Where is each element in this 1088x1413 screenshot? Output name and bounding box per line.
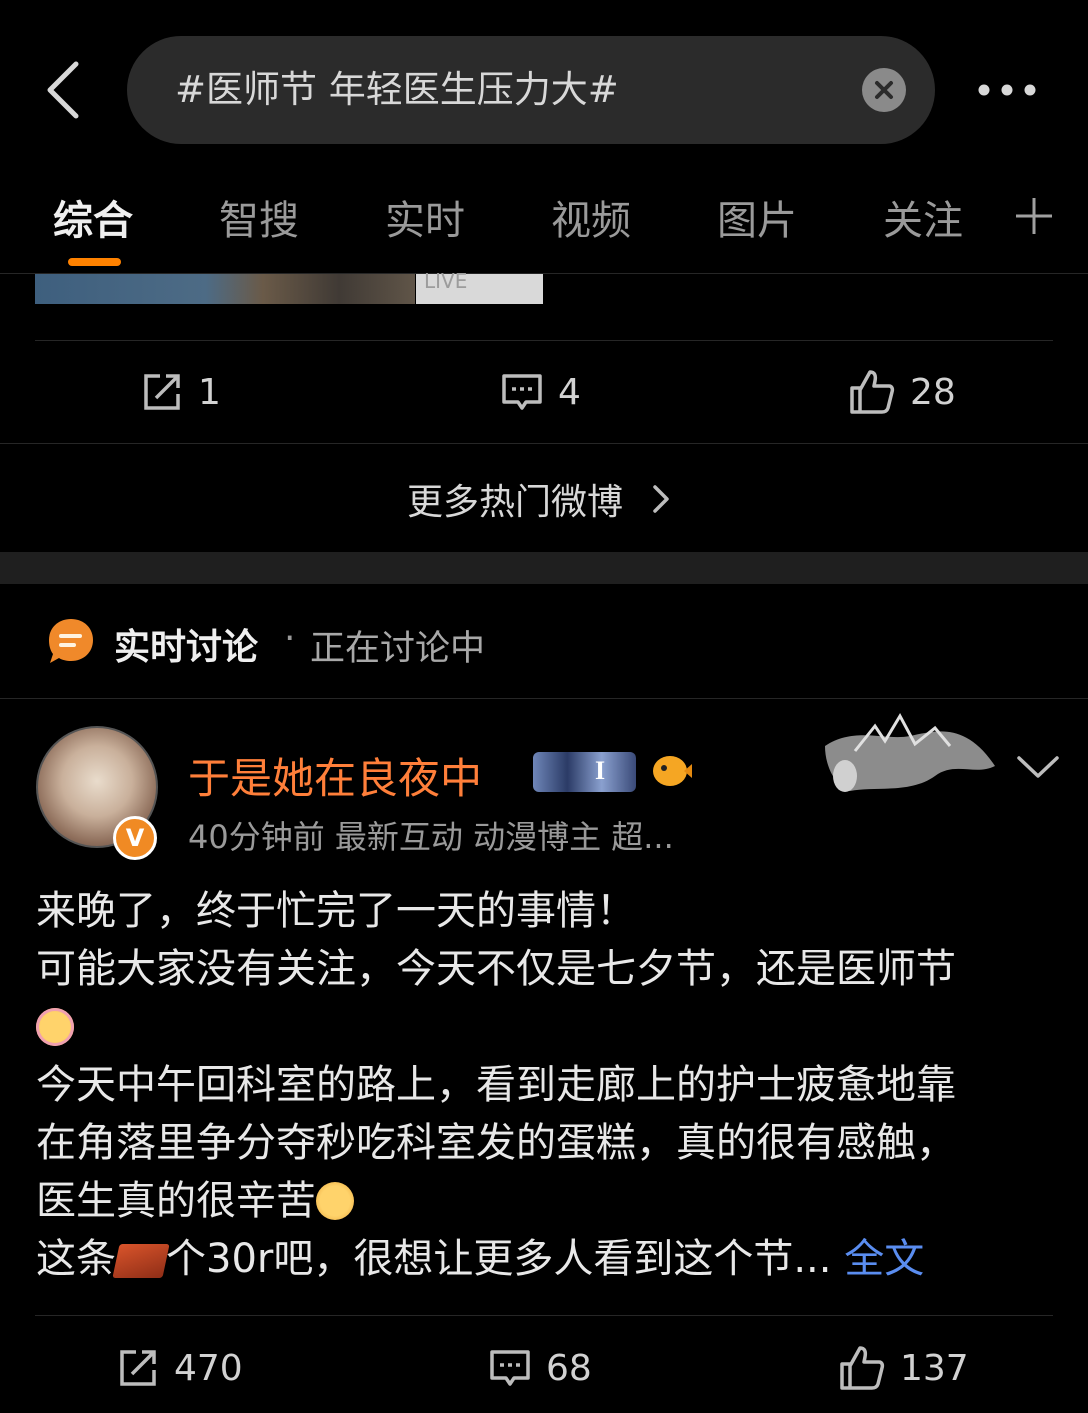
back-arrow-icon[interactable] <box>40 58 90 122</box>
post-meta: 40分钟前 最新互动 动漫博主 超... <box>188 818 674 856</box>
comment-button[interactable]: 4 <box>500 370 581 414</box>
tab-realtime[interactable]: 实时 <box>385 188 465 246</box>
post-repost-count: 470 <box>174 1347 243 1389</box>
comment-count: 4 <box>558 371 581 413</box>
more-hot-posts-label: 更多热门微博 <box>406 482 623 523</box>
tab-smart-search[interactable]: 智搜 <box>219 188 299 246</box>
post-line: 来晚了，终于忙完了一天的事情！ <box>36 888 636 934</box>
tab-video[interactable]: 视频 <box>551 188 631 246</box>
post-line-text: 医生真的很辛苦 <box>36 1178 316 1224</box>
section-header-divider <box>0 698 1088 699</box>
post-line: 可能大家没有关注，今天不仅是七夕节，还是医师节 <box>36 946 956 992</box>
section-gap <box>0 552 1088 584</box>
section-subtitle: 正在讨论中 <box>310 629 486 669</box>
post-body[interactable]: 来晚了，终于忙完了一天的事情！ 可能大家没有关注，今天不仅是七夕节，还是医师节 … <box>36 882 1052 1288</box>
username[interactable]: 于是她在良夜中 <box>188 745 482 806</box>
post-line: 在角落里争分夺秒吃科室发的蛋糕，真的很有感触， <box>36 1120 956 1166</box>
comment-icon <box>502 374 542 410</box>
chevron-down-icon[interactable] <box>1015 752 1061 782</box>
search-bar[interactable]: #医师节 年轻医生压力大# <box>127 36 935 144</box>
verified-badge: V <box>113 816 157 860</box>
post-image[interactable] <box>35 274 415 304</box>
repost-icon <box>144 374 180 410</box>
live-label: LIVE <box>424 269 468 293</box>
full-text-link[interactable]: 全文 <box>844 1236 924 1282</box>
ink-scroll-decoration-icon <box>825 712 995 792</box>
post-comment-button[interactable]: 68 <box>488 1346 592 1390</box>
tab-bar: 综合 智搜 实时 视频 图片 关注 <box>0 168 1088 268</box>
post-repost-button[interactable]: 470 <box>116 1346 243 1390</box>
post-line-last: 这条 个30r吧，很想让更多人看到这个节... 全文 <box>36 1230 1052 1288</box>
post-line: 今天中午回科室的路上，看到走廊上的护士疲惫地靠 <box>36 1062 956 1108</box>
tab-following[interactable]: 关注 <box>883 188 963 246</box>
member-badge: I <box>533 752 636 792</box>
member-badge-letter: I <box>595 756 606 785</box>
chevron-right-icon <box>653 485 669 513</box>
repost-icon <box>120 1350 156 1386</box>
like-count: 28 <box>910 371 956 413</box>
clear-search-button[interactable] <box>862 68 906 112</box>
section-divider <box>0 443 1088 444</box>
active-tab-indicator <box>68 258 121 266</box>
more-dots-icon[interactable] <box>972 70 1042 110</box>
comment-icon <box>490 1350 530 1386</box>
post-image-live[interactable]: LIVE <box>416 269 543 304</box>
repost-count: 1 <box>198 371 221 413</box>
actions-divider <box>35 340 1053 341</box>
post-like-count: 137 <box>900 1347 969 1389</box>
search-input[interactable]: #医师节 年轻医生压力大# <box>175 36 619 144</box>
post-like-button[interactable]: 137 <box>838 1344 969 1392</box>
post-line-text: 这条 <box>36 1236 116 1282</box>
section-title: 实时讨论 <box>114 627 259 668</box>
brick-emoji-icon <box>112 1244 170 1278</box>
like-button[interactable]: 28 <box>848 368 956 416</box>
post-line-text: 个30r吧，很想让更多人看到这个节... <box>166 1236 832 1282</box>
tab-pictures[interactable]: 图片 <box>717 188 797 246</box>
post-line-with-emoji: 医生真的很辛苦 <box>36 1172 1052 1230</box>
more-hot-posts-link[interactable]: 更多热门微博 <box>0 446 1088 552</box>
crying-emoji-icon <box>316 1182 354 1220</box>
heart-eyes-emoji-icon <box>36 1008 74 1046</box>
plus-icon[interactable] <box>1012 194 1056 238</box>
repost-button[interactable]: 1 <box>140 370 221 414</box>
clear-icon <box>875 81 893 99</box>
fish-badge-icon <box>653 756 692 786</box>
section-separator: · <box>284 618 296 659</box>
post-comment-count: 68 <box>546 1347 592 1389</box>
discussion-icon <box>49 619 93 663</box>
post-actions-divider <box>35 1315 1053 1316</box>
tab-comprehensive[interactable]: 综合 <box>53 188 133 246</box>
post-line-emoji <box>36 998 1052 1056</box>
like-icon <box>840 1346 885 1390</box>
like-icon <box>850 370 895 414</box>
